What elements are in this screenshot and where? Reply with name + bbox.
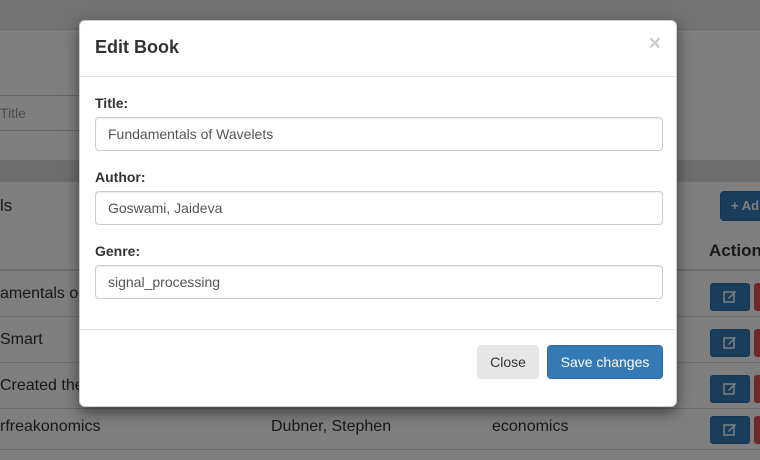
close-icon[interactable]: × xyxy=(649,33,661,54)
modal-body: Title: Author: Genre: xyxy=(80,77,676,329)
title-field[interactable] xyxy=(95,117,663,151)
save-changes-button[interactable]: Save changes xyxy=(547,345,663,379)
modal-title: Edit Book xyxy=(95,37,179,57)
modal-footer: Close Save changes xyxy=(80,329,676,407)
edit-book-modal: Edit Book × Title: Author: Genre: Close … xyxy=(79,20,677,407)
title-label: Title: xyxy=(95,95,129,111)
genre-label: Genre: xyxy=(95,243,141,259)
close-button[interactable]: Close xyxy=(477,345,539,379)
author-label: Author: xyxy=(95,169,146,185)
author-field[interactable] xyxy=(95,191,663,225)
genre-field[interactable] xyxy=(95,265,663,299)
modal-header: Edit Book × xyxy=(80,21,676,77)
